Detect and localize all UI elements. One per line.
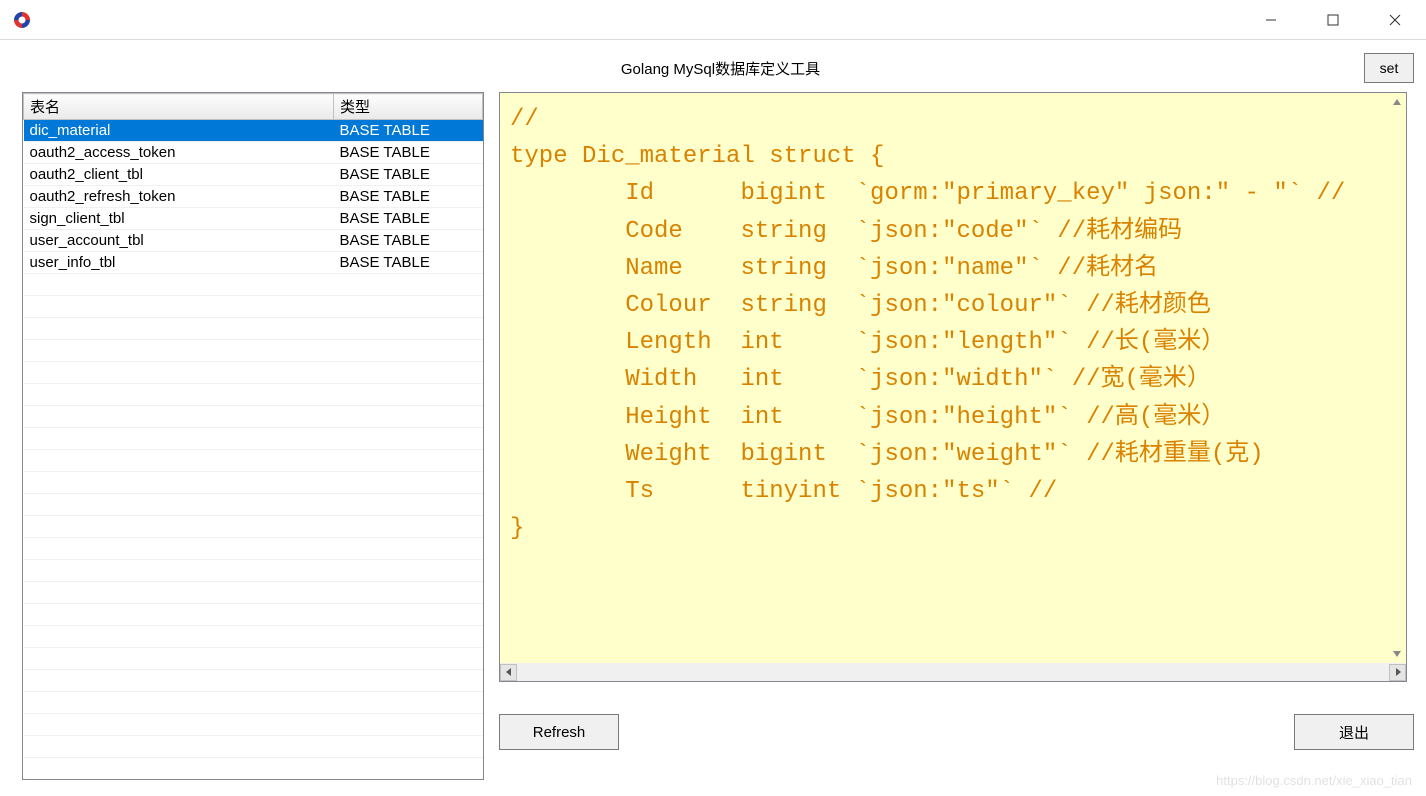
cell-table-type: BASE TABLE	[334, 142, 483, 164]
cell-table-type: BASE TABLE	[334, 164, 483, 186]
table-row-empty	[24, 626, 483, 648]
tables-grid: 表名 类型 dic_materialBASE TABLEoauth2_acces…	[23, 93, 483, 758]
horizontal-scrollbar[interactable]	[500, 663, 1406, 681]
table-row-empty	[24, 428, 483, 450]
table-row-empty	[24, 384, 483, 406]
code-scroll[interactable]: // type Dic_material struct { Id bigint …	[500, 93, 1406, 663]
table-row[interactable]: oauth2_refresh_tokenBASE TABLE	[24, 186, 483, 208]
content-row: 表名 类型 dic_materialBASE TABLEoauth2_acces…	[22, 92, 1414, 780]
titlebar	[0, 0, 1426, 40]
table-row[interactable]: user_account_tblBASE TABLE	[24, 230, 483, 252]
scroll-left-icon[interactable]	[500, 664, 517, 681]
table-row-empty	[24, 692, 483, 714]
main-area: Golang MySql数据库定义工具 set 表名 类型 dic_materi…	[0, 40, 1426, 792]
table-row-empty	[24, 538, 483, 560]
cell-table-name: oauth2_access_token	[24, 142, 334, 164]
cell-table-name: sign_client_tbl	[24, 208, 334, 230]
cell-table-type: BASE TABLE	[334, 230, 483, 252]
table-row-empty	[24, 560, 483, 582]
scroll-right-icon[interactable]	[1389, 664, 1406, 681]
refresh-button[interactable]: Refresh	[499, 714, 619, 750]
table-row-empty	[24, 736, 483, 758]
table-row[interactable]: dic_materialBASE TABLE	[24, 120, 483, 142]
table-row-empty	[24, 670, 483, 692]
cell-table-name: oauth2_client_tbl	[24, 164, 334, 186]
top-row: Golang MySql数据库定义工具 set	[22, 52, 1414, 84]
window-controls	[1240, 0, 1426, 39]
table-row[interactable]: sign_client_tblBASE TABLE	[24, 208, 483, 230]
table-row[interactable]: oauth2_access_tokenBASE TABLE	[24, 142, 483, 164]
table-row-empty	[24, 494, 483, 516]
exit-button[interactable]: 退出	[1294, 714, 1414, 750]
table-row-empty	[24, 296, 483, 318]
cell-table-type: BASE TABLE	[334, 252, 483, 274]
table-row-empty	[24, 604, 483, 626]
scroll-track[interactable]	[517, 664, 1389, 681]
minimize-button[interactable]	[1240, 0, 1302, 39]
table-row-empty	[24, 582, 483, 604]
table-row-empty	[24, 714, 483, 736]
cell-table-name: oauth2_refresh_token	[24, 186, 334, 208]
cell-table-name: user_info_tbl	[24, 252, 334, 274]
set-button[interactable]: set	[1364, 53, 1414, 83]
bottom-buttons: Refresh 退出	[499, 714, 1414, 750]
column-header-name[interactable]: 表名	[24, 94, 334, 120]
table-row-empty	[24, 516, 483, 538]
table-row-empty	[24, 648, 483, 670]
cell-table-name: dic_material	[24, 120, 334, 142]
table-row[interactable]: user_info_tblBASE TABLE	[24, 252, 483, 274]
app-icon	[12, 10, 32, 30]
close-button[interactable]	[1364, 0, 1426, 39]
cell-table-name: user_account_tbl	[24, 230, 334, 252]
table-row-empty	[24, 406, 483, 428]
table-row-empty	[24, 362, 483, 384]
cell-table-type: BASE TABLE	[334, 120, 483, 142]
table-row-empty	[24, 318, 483, 340]
table-row[interactable]: oauth2_client_tblBASE TABLE	[24, 164, 483, 186]
column-header-type[interactable]: 类型	[334, 94, 483, 120]
page-title: Golang MySql数据库定义工具	[497, 58, 944, 79]
cell-table-type: BASE TABLE	[334, 186, 483, 208]
table-row-empty	[24, 472, 483, 494]
table-row-empty	[24, 274, 483, 296]
right-panel: // type Dic_material struct { Id bigint …	[499, 92, 1414, 780]
cell-table-type: BASE TABLE	[334, 208, 483, 230]
code-text[interactable]: // type Dic_material struct { Id bigint …	[510, 101, 1396, 547]
table-row-empty	[24, 450, 483, 472]
code-panel: // type Dic_material struct { Id bigint …	[499, 92, 1407, 682]
table-panel[interactable]: 表名 类型 dic_materialBASE TABLEoauth2_acces…	[22, 92, 484, 780]
table-row-empty	[24, 340, 483, 362]
maximize-button[interactable]	[1302, 0, 1364, 39]
